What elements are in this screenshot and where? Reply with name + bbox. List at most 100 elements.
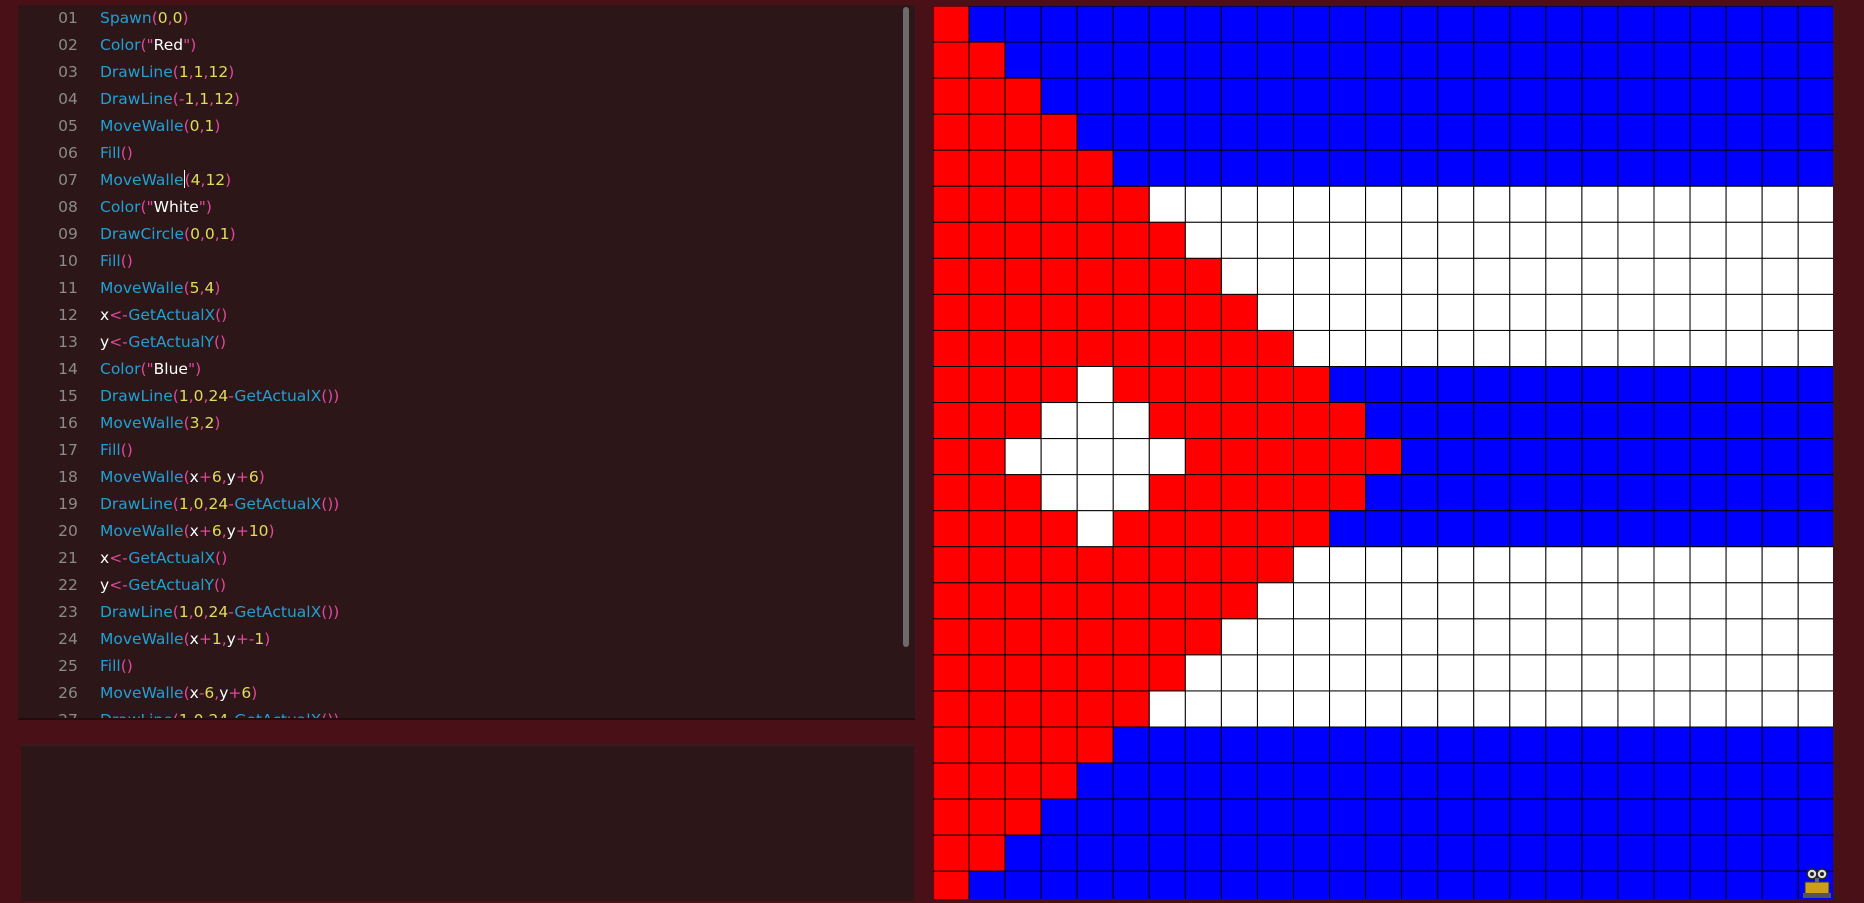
grid-cell — [1076, 329, 1114, 368]
grid-cell — [968, 654, 1006, 692]
grid-cell — [1761, 329, 1799, 368]
code-line[interactable]: 09 DrawCircle(0,0,1) — [18, 221, 895, 248]
grid-cell — [1256, 329, 1295, 368]
grid-cell — [1545, 113, 1583, 151]
code-token: ) — [229, 225, 236, 243]
code-line[interactable]: 24 MoveWalle(x+1,y+-1) — [18, 626, 895, 653]
code-token: GetActualX — [234, 495, 322, 513]
code-line[interactable]: 13 y<-GetActualY() — [18, 329, 895, 356]
grid-cell — [1256, 618, 1295, 656]
code-token: x — [189, 684, 199, 702]
grid-cell — [1473, 113, 1511, 151]
grid-cell — [1401, 870, 1439, 899]
code-line[interactable]: 23 DrawLine(1,0,24-GetActualX()) — [18, 599, 895, 626]
grid-cell — [1256, 113, 1295, 151]
grid-cell — [968, 690, 1006, 728]
grid-cell — [1653, 366, 1691, 404]
grid-cell — [1581, 221, 1619, 259]
grid-cell — [968, 726, 1006, 764]
code-token: White — [153, 198, 199, 216]
grid-cell — [1076, 185, 1114, 223]
code-line[interactable]: 06 Fill() — [18, 140, 895, 167]
grid-cell — [1653, 185, 1691, 223]
line-number: 12 — [58, 306, 78, 324]
grid-cell — [1220, 257, 1258, 295]
grid-cell — [968, 6, 1006, 43]
code-line[interactable]: 05 MoveWalle(0,1) — [18, 113, 895, 140]
code-line[interactable]: 01 Spawn(0,0) — [18, 5, 895, 32]
code-token: GetActualX — [234, 387, 322, 405]
grid-cell — [1256, 510, 1295, 548]
code-line[interactable]: 17 Fill() — [18, 437, 895, 464]
grid-cell — [1725, 257, 1763, 295]
grid-cell — [1148, 293, 1186, 331]
grid-cell — [1293, 762, 1331, 800]
code-line[interactable]: 19 DrawLine(1,0,24-GetActualX()) — [18, 491, 895, 518]
editor-scrollbar[interactable] — [903, 7, 909, 647]
code-editor[interactable]: 01 Spawn(0,0) 02 Color("Red") 03 DrawLine(1,1… — [18, 5, 915, 720]
code-token: MoveWalle — [100, 414, 184, 432]
grid-cell — [1617, 474, 1655, 512]
grid-cell — [1148, 329, 1186, 368]
grid-cell — [1401, 618, 1439, 656]
code-token: MoveWalle — [100, 171, 184, 189]
grid-cell — [1184, 185, 1222, 223]
grid-cell — [1040, 77, 1078, 115]
code-token: Color — [100, 360, 141, 378]
code-token: 1 — [178, 495, 189, 513]
code-line[interactable]: 03 DrawLine(1,1,12) — [18, 59, 895, 86]
code-token: y — [226, 522, 236, 540]
grid-cell — [1581, 726, 1619, 764]
grid-cell — [1617, 221, 1655, 259]
code-line[interactable]: 04 DrawLine(-1,1,12) — [18, 86, 895, 113]
grid-cell — [1112, 113, 1150, 151]
code-token: y — [226, 468, 236, 486]
code-line[interactable]: 25 Fill() — [18, 653, 895, 680]
code-token: GetActualX — [234, 711, 322, 720]
grid-cell — [933, 762, 970, 800]
grid-cell — [1545, 474, 1583, 512]
code-line[interactable]: 15 DrawLine(1,0,24-GetActualX()) — [18, 383, 895, 410]
grid-cell — [1725, 762, 1763, 800]
code-token: 1 — [254, 630, 265, 648]
grid-cell — [968, 329, 1006, 368]
grid-cell — [1329, 6, 1367, 43]
code-line[interactable]: 02 Color("Red") — [18, 32, 895, 59]
code-line[interactable]: 20 MoveWalle(x+6,y+10) — [18, 518, 895, 545]
grid-cell — [1653, 618, 1691, 656]
code-line[interactable]: 11 MoveWalle(5,4) — [18, 275, 895, 302]
code-token: ()) — [321, 495, 340, 513]
code-line[interactable]: 12 x<-GetActualX() — [18, 302, 895, 329]
grid-cell — [1148, 654, 1186, 692]
code-line[interactable]: 22 y<-GetActualY() — [18, 572, 895, 599]
grid-cell — [1617, 257, 1655, 295]
code-line[interactable]: 18 MoveWalle(x+6,y+6) — [18, 464, 895, 491]
grid-cell — [1184, 798, 1222, 836]
line-number: 01 — [58, 9, 78, 27]
grid-cell — [1689, 221, 1727, 259]
grid-cell — [1401, 185, 1439, 223]
grid-cell — [1040, 474, 1078, 512]
grid-cell — [1184, 402, 1222, 440]
grid-cell — [1076, 438, 1114, 476]
grid-cell — [1365, 582, 1403, 620]
code-line[interactable]: 16 MoveWalle(3,2) — [18, 410, 895, 437]
grid-cell — [1112, 149, 1150, 187]
code-line[interactable]: 26 MoveWalle(x-6,y+6) — [18, 680, 895, 707]
code-line[interactable]: 21 x<-GetActualX() — [18, 545, 895, 572]
code-line[interactable]: 07 MoveWalle(4,12) — [18, 167, 895, 194]
code-line[interactable]: 27 DrawLine(1,0,24-GetActualX()) — [18, 707, 895, 720]
code-line[interactable]: 14 Color("Blue") — [18, 356, 895, 383]
code-line[interactable]: 08 Color("White") — [18, 194, 895, 221]
grid-cell — [1004, 690, 1042, 728]
code-line[interactable]: 10 Fill() — [18, 248, 895, 275]
grid-cell — [1437, 257, 1475, 295]
grid-cell — [933, 113, 970, 151]
grid-cell — [933, 618, 970, 656]
grid-cell — [1004, 618, 1042, 656]
grid-cell — [1797, 77, 1833, 115]
grid-cell — [1293, 870, 1331, 899]
line-number: 24 — [58, 630, 78, 648]
grid-cell — [933, 402, 970, 440]
grid-cell — [1040, 185, 1078, 223]
